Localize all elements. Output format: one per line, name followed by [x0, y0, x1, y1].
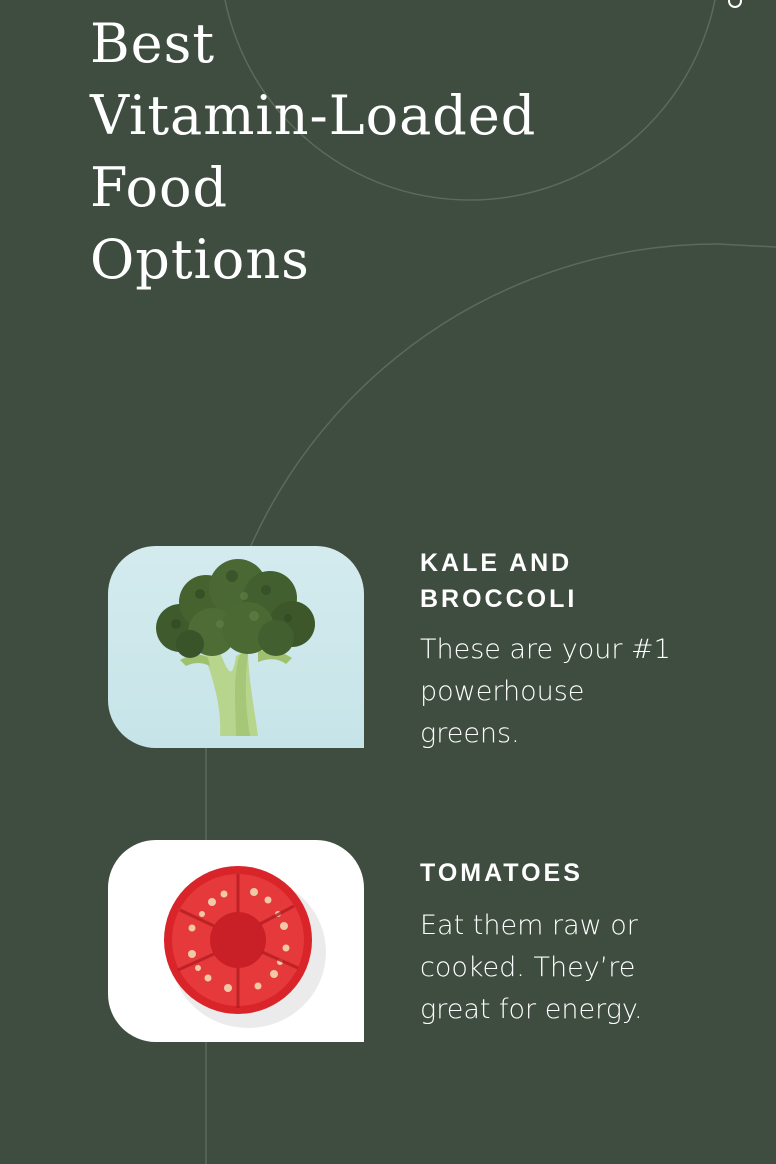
food-description-kale-broccoli: These are your #1 powerhouse greens.: [420, 634, 671, 749]
food-heading-line: BROCCOLI: [420, 585, 578, 613]
tomato-image: [108, 840, 364, 1042]
tomato-illustration: [164, 866, 326, 1028]
title-line: Best: [90, 12, 216, 75]
corner-ring-icon: [728, 0, 742, 8]
broccoli-illustration: [156, 559, 315, 736]
page-title: Best Vitamin-Loaded Food Options: [90, 8, 650, 296]
title-line: Options: [90, 228, 310, 291]
food-heading-line: TOMATOES: [420, 859, 583, 887]
title-line: Food: [90, 156, 229, 219]
food-heading-line: KALE AND: [420, 549, 573, 577]
food-description-tomatoes: Eat them raw or cooked. They’re great fo…: [420, 910, 643, 1025]
food-heading-kale-broccoli: KALE AND BROCCOLI: [420, 545, 740, 617]
food-heading-tomatoes: TOMATOES: [420, 855, 740, 891]
title-line: Vitamin-Loaded: [90, 84, 537, 147]
broccoli-image: [108, 546, 364, 748]
